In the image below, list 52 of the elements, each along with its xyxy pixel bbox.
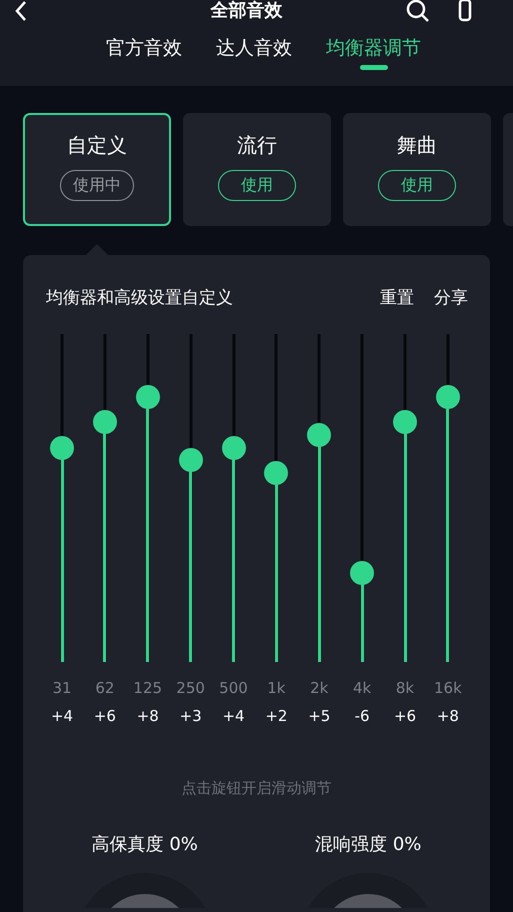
- tab[interactable]: 均衡器调节: [326, 35, 421, 71]
- frequency-label: 8k: [396, 679, 414, 697]
- frequency-label: 16k: [434, 679, 462, 697]
- gain-value: +8: [136, 707, 159, 725]
- knob-label: 高保真度 0%: [92, 833, 198, 856]
- frequency-label: 62: [95, 679, 114, 697]
- slider-thumb[interactable]: [307, 423, 332, 448]
- preset-card[interactable]: 流行 使用: [183, 113, 331, 226]
- frequency-label: 250: [176, 679, 205, 697]
- preset-name: 流行: [237, 132, 277, 159]
- page-title: 全部音效: [209, 0, 284, 22]
- preset-card[interactable]: 自定义 使用中: [23, 113, 171, 226]
- tab[interactable]: 达人音效: [216, 35, 292, 71]
- slider-thumb[interactable]: [178, 448, 203, 472]
- gain-value: +8: [436, 707, 459, 725]
- back-icon[interactable]: [14, 0, 28, 22]
- in-use-button[interactable]: 使用中: [60, 170, 134, 201]
- slider-thumb[interactable]: [92, 410, 117, 434]
- text-link[interactable]: 重置: [380, 286, 414, 309]
- gain-value: -6: [354, 707, 370, 725]
- frequency-label: 125: [133, 679, 162, 697]
- gain-value: +6: [394, 707, 416, 725]
- gain-value: +5: [308, 707, 330, 725]
- slider-thumb[interactable]: [350, 561, 374, 586]
- slider-thumb[interactable]: [50, 436, 74, 460]
- use-button[interactable]: 使用: [378, 170, 456, 201]
- knob-label: 混响强度 0%: [315, 833, 422, 856]
- text-link[interactable]: 分享: [434, 286, 468, 309]
- preset-card[interactable]: 舞曲 使用: [343, 113, 491, 226]
- hint-text: 点击旋钮开启滑动调节: [180, 779, 332, 798]
- tab[interactable]: 官方音效: [106, 35, 182, 71]
- slider-thumb[interactable]: [436, 384, 460, 409]
- frequency-label: 2k: [310, 679, 328, 697]
- frequency-label: 1k: [267, 679, 286, 697]
- frequency-label: 31: [52, 679, 72, 697]
- slider-thumb[interactable]: [264, 461, 288, 486]
- slider-thumb[interactable]: [393, 410, 417, 434]
- gain-value: +3: [180, 707, 202, 725]
- use-button[interactable]: 使用: [218, 170, 296, 201]
- slider-thumb[interactable]: [136, 384, 160, 409]
- gain-value: +4: [222, 707, 245, 725]
- slider-thumb[interactable]: [222, 436, 246, 460]
- preset-name: 自定义: [67, 132, 127, 159]
- preset-name: 舞曲: [397, 132, 437, 159]
- frequency-label: 4k: [353, 679, 372, 697]
- gain-value: +4: [50, 707, 74, 725]
- gain-value: +2: [265, 707, 288, 725]
- panel-title: 均衡器和高级设置自定义: [46, 287, 234, 309]
- menu-icon[interactable]: [457, 0, 473, 22]
- search-icon[interactable]: [405, 0, 431, 22]
- frequency-label: 500: [219, 679, 248, 697]
- gain-value: +6: [94, 707, 116, 725]
